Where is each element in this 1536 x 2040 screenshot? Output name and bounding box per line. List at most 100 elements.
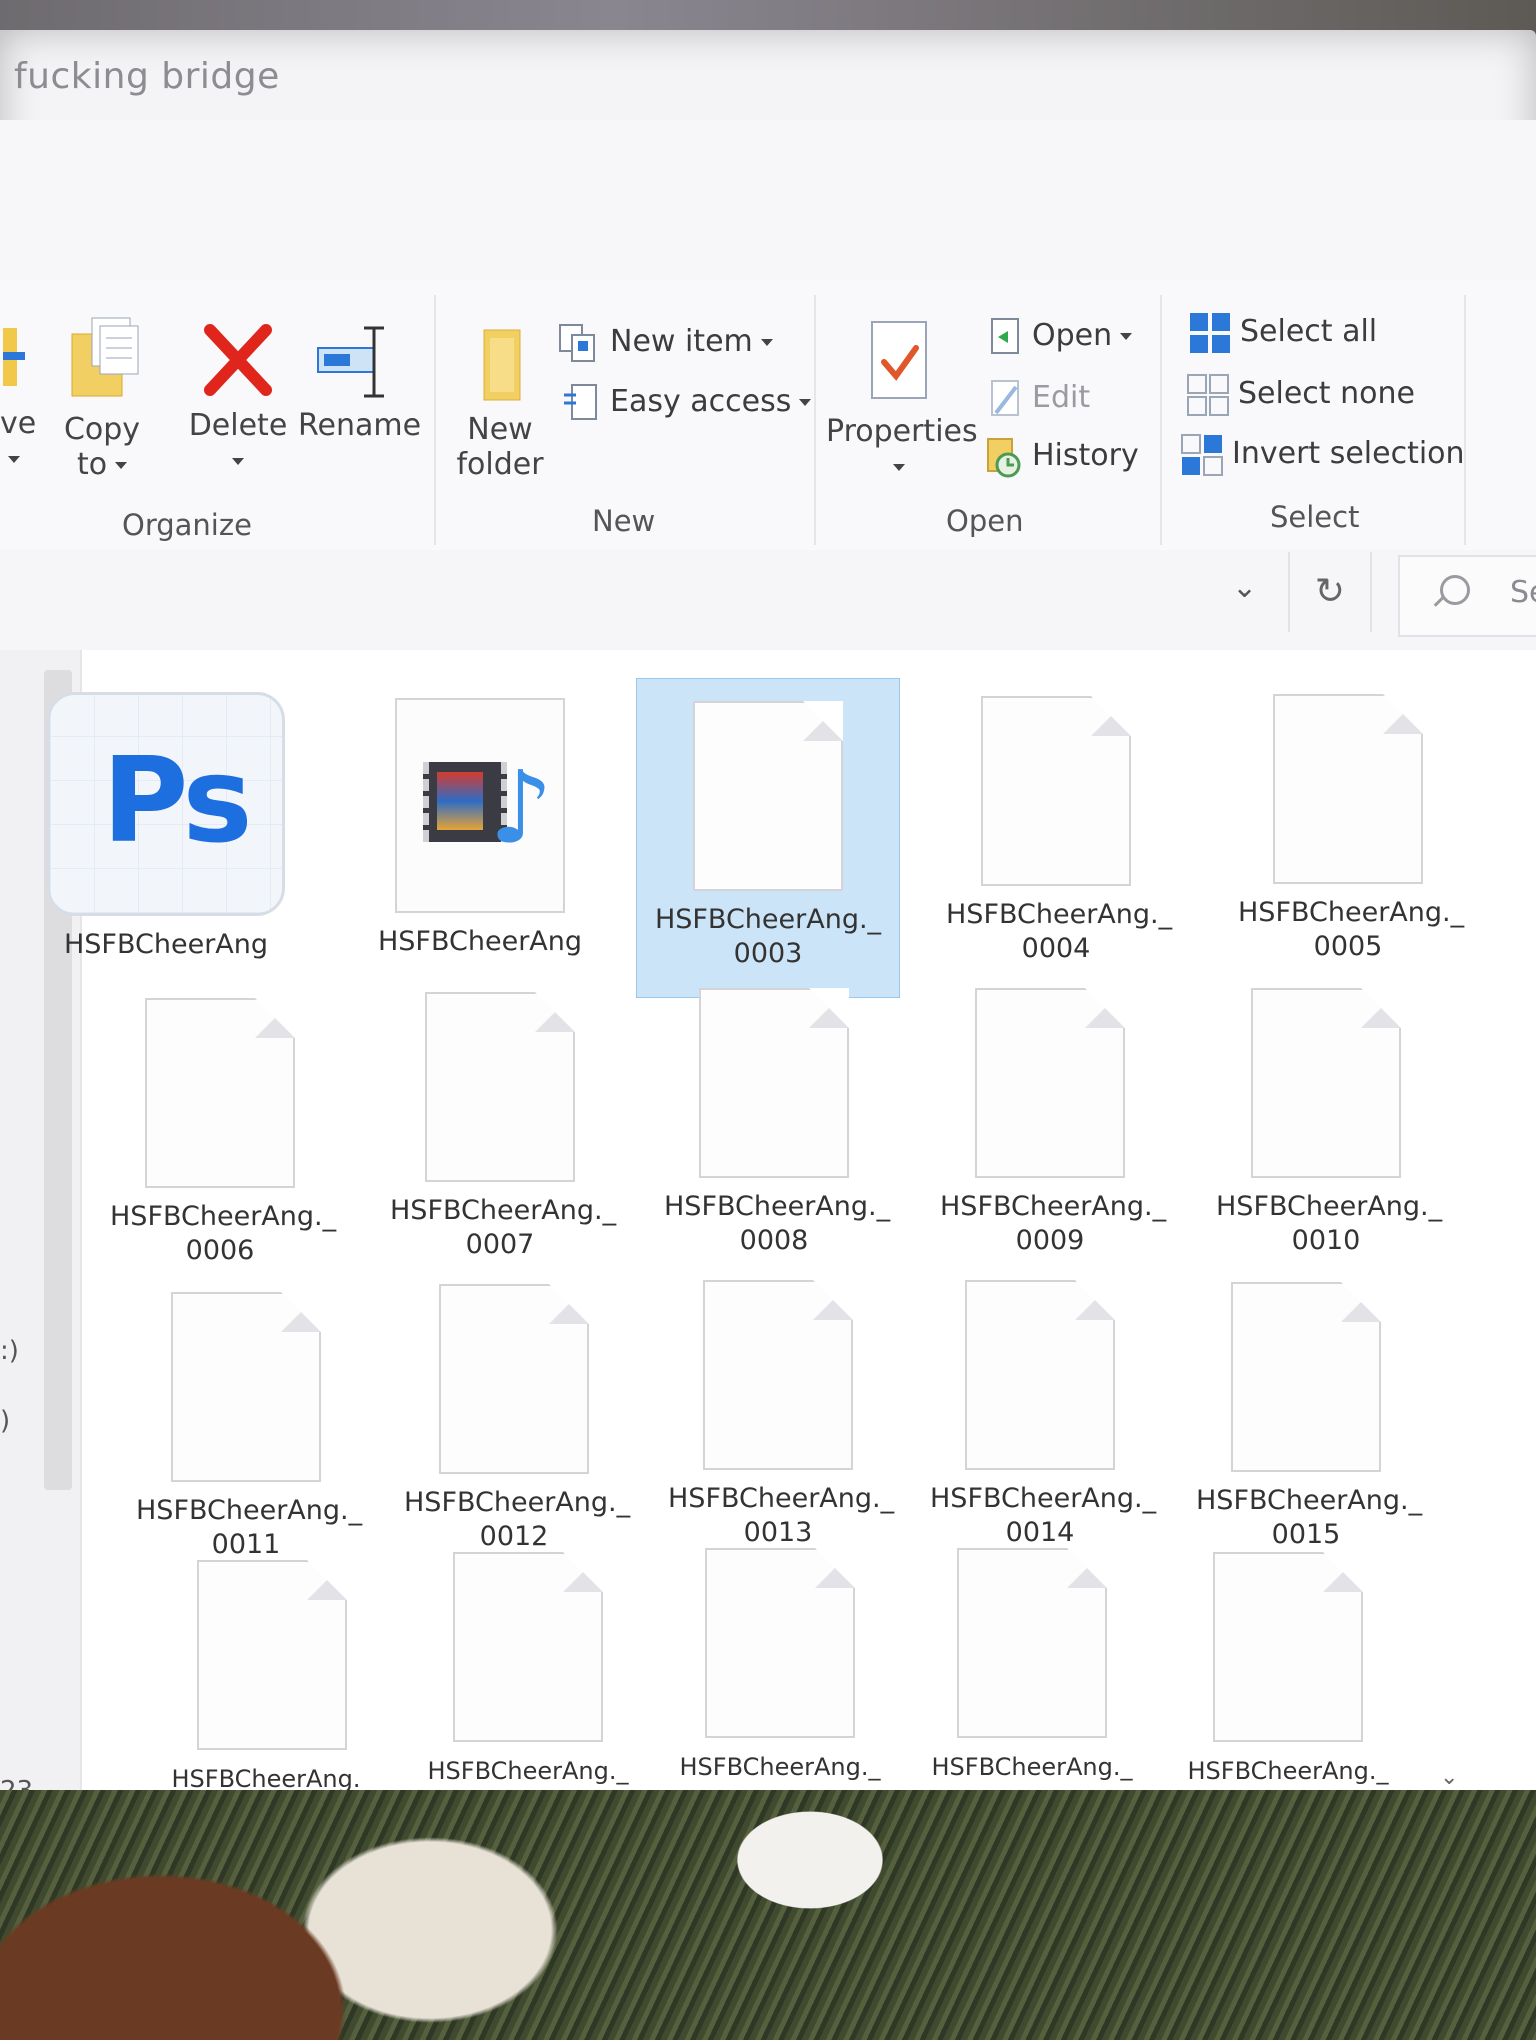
chevron-down-icon [8,456,20,463]
file-number: 0012 [479,1521,549,1552]
rename-icon [317,326,384,398]
file-name: HSFBCheerAng._ [110,1201,337,1232]
file-name: HSFBCheerAng._ [654,904,882,935]
file-item[interactable]: HSFBCheerAng._ 0006 [110,998,337,1268]
file-name: HSFBCheerAng [377,926,583,957]
file-item[interactable]: HSFBCheerAng._ 0018 [670,1548,890,1818]
file-name: HSFBCheerAng._ [679,1753,881,1781]
blank-file-icon [171,1292,321,1482]
copy-to-button[interactable]: Copy to [52,308,152,482]
open-group-label: Open [946,504,1024,538]
blank-file-icon [703,1280,853,1470]
delete-x-icon [204,324,272,396]
blank-file-icon [705,1548,855,1738]
nav-item-fragment[interactable]: :) [0,1336,19,1366]
file-item[interactable]: HSFBCheerAng._ 0017 [418,1552,638,1822]
file-number: 0013 [743,1517,813,1548]
chevron-down-icon [1120,333,1133,340]
file-name: HSFBCheerAng._ [946,899,1173,930]
new-item-button[interactable]: New item [556,320,773,364]
file-name: HSFBCheerAng._ [930,1483,1157,1514]
file-item[interactable]: HSFBCheerAng._ 0010 [1216,988,1443,1258]
search-input[interactable]: Se [1398,555,1536,637]
file-number: 0005 [1313,931,1383,962]
ribbon-separator [1464,295,1466,545]
nav-item-fragment[interactable]: ) [0,1406,10,1436]
search-icon [1440,575,1470,605]
file-name: HSFBCheerAng._ [1196,1485,1423,1516]
file-item[interactable]: HSFBCheerAng._ 0014 [930,1280,1157,1550]
blank-file-icon [425,992,575,1182]
file-number: 0014 [1005,1517,1075,1548]
file-item[interactable]: HSFBCheerAng._ 0004 [946,696,1173,966]
invert-selection-button[interactable]: Invert selection [1180,432,1465,476]
move-to-button[interactable]: ve [0,308,36,476]
chevron-down-icon [799,399,812,406]
file-name: HSFBCheerAng._ [427,1757,629,1785]
blank-file-icon [965,1280,1115,1470]
organize-group-label: Organize [122,508,252,542]
blank-file-icon [145,998,295,1188]
edit-label: Edit [1032,380,1091,415]
open-button[interactable]: Open [988,314,1133,358]
blank-file-icon [453,1552,603,1742]
file-name: HSFBCheerAng._ [404,1487,631,1518]
invert-selection-icon [1181,433,1223,476]
copy-to-label-line2: to [76,447,108,482]
file-item[interactable]: HSFBCheerAng._ 0012 [404,1284,631,1554]
file-number: 0004 [1021,933,1091,964]
new-item-icon [559,323,595,362]
file-item[interactable]: HSFBCheerAng._ 0019 [922,1548,1142,1818]
easy-access-button[interactable]: Easy access [562,380,812,424]
file-item[interactable]: HSFBCheerAng._ 0005 [1238,694,1464,964]
rename-label: Rename [298,408,422,443]
select-none-button[interactable]: Select none [1186,372,1415,416]
list-scroll-down-icon[interactable]: ⌄ [1440,1765,1458,1790]
file-item[interactable]: ♪ HSFBCheerAng [370,698,590,959]
new-folder-label-line1: New [467,412,533,447]
select-all-button[interactable]: Select all [1188,310,1377,354]
file-number: 0009 [1015,1225,1085,1256]
file-name: HSFBCheerAng._ [668,1483,895,1514]
address-history-chevron-icon[interactable]: ⌄ [1232,570,1257,605]
new-folder-icon [483,329,521,401]
rename-button[interactable]: Rename [298,324,422,443]
refresh-button[interactable]: ↻ [1288,552,1372,632]
file-number: 0003 [733,938,803,969]
file-item[interactable]: HSFBCheerAng._ 0015 [1196,1282,1423,1552]
file-item[interactable]: HSFBCheerAng._ 0008 [664,988,890,1258]
move-to-icon [3,328,25,386]
copy-to-label-line1: Copy [63,412,141,447]
properties-checkmark-icon [871,321,927,399]
file-item[interactable]: Ps HSFBCheerAng [46,692,286,962]
blank-file-icon [439,1284,589,1474]
open-icon [991,317,1019,354]
edit-button[interactable]: Edit [988,376,1090,420]
file-number: 0006 [185,1235,255,1266]
chevron-down-icon [115,462,128,469]
history-button[interactable]: History [984,434,1139,478]
file-item[interactable]: HSFBCheerAng._ 0009 [940,988,1166,1258]
delete-button[interactable]: Delete [188,320,288,478]
file-item[interactable]: HSFBCheerAng._ 0020 [1178,1552,1398,1822]
file-name: HSFBCheerAng._ [1216,1191,1443,1222]
ribbon-separator [814,295,816,545]
blank-file-icon [975,988,1125,1178]
new-folder-button[interactable]: New folder [450,324,550,482]
title-bar: fucking bridge [0,30,1536,120]
chevron-down-icon [232,458,244,465]
file-item[interactable]: HSFBCheerAng._ 0013 [668,1280,895,1550]
file-number: 0007 [465,1229,535,1260]
media-file-icon: ♪ [395,698,565,913]
file-item[interactable]: HSFBCheerAng._ 0011 [136,1292,362,1562]
copy-to-icon [71,317,139,397]
file-item[interactable]: HSFBCheerAng._ 0007 [390,992,616,1262]
properties-button[interactable]: Properties [826,318,978,484]
new-group-label: New [592,504,656,538]
select-all-icon [1190,312,1230,353]
file-explorer-window: fucking bridge ve Copy to Delete Rename … [0,30,1536,1827]
easy-access-icon [564,383,597,420]
invert-selection-label: Invert selection [1232,436,1465,471]
window-title: fucking bridge [14,56,280,97]
file-item-selected[interactable]: HSFBCheerAng._ 0003 [636,678,900,998]
